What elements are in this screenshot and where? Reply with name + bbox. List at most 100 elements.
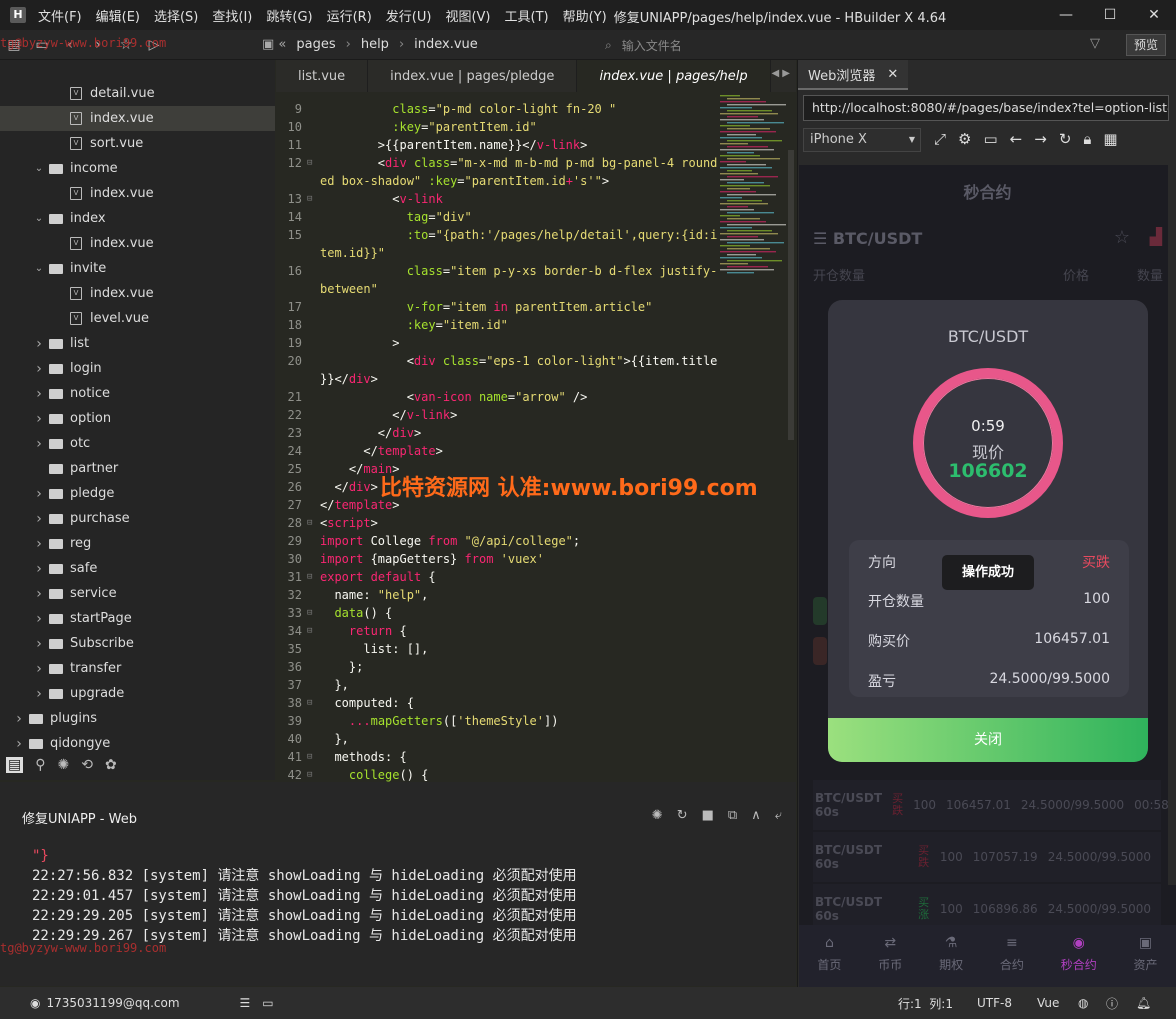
tree-folder[interactable]: partner bbox=[0, 456, 275, 481]
code-line[interactable]: 28 ⊟ <script> bbox=[276, 514, 796, 532]
code-line[interactable]: 18 :key="item.id" bbox=[276, 316, 796, 334]
menu-item[interactable]: 选择(S) bbox=[154, 6, 198, 25]
fold-icon[interactable]: ⊟ bbox=[307, 190, 312, 208]
chevron-down-icon[interactable]: ⌄ bbox=[32, 213, 46, 224]
tree-folder[interactable]: ⌄ index bbox=[0, 206, 275, 231]
nav-wallet[interactable]: ▣ 资产 bbox=[1134, 935, 1158, 987]
tree-folder[interactable]: › transfer bbox=[0, 656, 275, 681]
menu-item[interactable]: 查找(I) bbox=[212, 6, 252, 25]
tree-folder[interactable]: › list bbox=[0, 331, 275, 356]
tree-folder[interactable]: ⌄ income bbox=[0, 156, 275, 181]
code-line[interactable]: 22 </v-link> bbox=[276, 406, 796, 424]
tree-file[interactable]: Vsort.vue bbox=[0, 131, 275, 156]
code-line[interactable]: 34 ⊟ return { bbox=[276, 622, 796, 640]
order-row[interactable]: BTC/USDT 60s 买跌 100 107057.19 24.5000/99.500… bbox=[813, 832, 1161, 882]
chevron-right-icon[interactable]: › bbox=[32, 386, 46, 402]
menu-icon[interactable]: ☰ bbox=[813, 229, 827, 248]
user-avatar-icon[interactable]: ◉ bbox=[30, 996, 40, 1010]
notification-bell-icon[interactable]: 🔔︎ bbox=[1136, 996, 1151, 1010]
menu-item[interactable]: 工具(T) bbox=[505, 6, 549, 25]
code-line[interactable]: 32 name: "help", bbox=[276, 586, 796, 604]
chevron-right-icon[interactable]: › bbox=[12, 736, 26, 751]
debug-bug-icon[interactable]: ✺ bbox=[58, 757, 70, 773]
chevron-down-icon[interactable]: ⌄ bbox=[32, 263, 46, 274]
plugin-icon[interactable]: ✿ bbox=[105, 757, 117, 773]
debug-icon[interactable]: ✺ bbox=[652, 808, 663, 823]
fold-icon[interactable]: ⊟ bbox=[307, 766, 312, 782]
chevron-right-icon[interactable]: › bbox=[32, 336, 46, 352]
open-external-icon[interactable]: ⧉ bbox=[728, 808, 737, 823]
menu-item[interactable]: 跳转(G) bbox=[266, 6, 312, 25]
tab-web-browser[interactable]: Web浏览器 ✕ bbox=[798, 60, 908, 90]
code-line[interactable]: ed box-shadow" :key="parentItem.id+'s'"> bbox=[276, 172, 796, 190]
encoding[interactable]: UTF-8 bbox=[977, 996, 1012, 1010]
code-line[interactable]: tem.id}}" bbox=[276, 244, 796, 262]
list-icon[interactable]: ☰ bbox=[240, 996, 251, 1010]
tree-folder[interactable]: › reg bbox=[0, 531, 275, 556]
language-mode[interactable]: Vue bbox=[1037, 996, 1059, 1010]
code-editor[interactable]: 9 class="p-md color-light fn-20 " 10 :key… bbox=[276, 92, 796, 782]
nav-home[interactable]: ⌂ 首页 bbox=[817, 935, 841, 987]
chevron-right-icon[interactable]: › bbox=[32, 511, 46, 527]
cursor-position[interactable]: 行:1 列:1 bbox=[898, 995, 953, 1012]
code-line[interactable]: 14 tag="div" bbox=[276, 208, 796, 226]
tab-scroll-icon[interactable]: ◀ ▶ bbox=[771, 68, 790, 79]
code-line[interactable]: }}</div> bbox=[276, 370, 796, 388]
breadcrumb-item[interactable]: index.vue bbox=[414, 37, 478, 52]
back-arrow-icon[interactable]: ← bbox=[1010, 130, 1023, 148]
code-line[interactable]: 42 ⊟ college() { bbox=[276, 766, 796, 782]
git-icon[interactable]: ⟲ bbox=[81, 757, 93, 773]
qr-code-icon[interactable]: ▦ bbox=[1103, 130, 1117, 148]
code-line[interactable]: 38 ⊟ computed: { bbox=[276, 694, 796, 712]
close-tab-icon[interactable]: ✕ bbox=[887, 67, 898, 82]
terminal-icon[interactable]: ▭ bbox=[262, 996, 273, 1010]
chevron-right-icon[interactable]: › bbox=[32, 536, 46, 552]
close-icon[interactable]: ✕ bbox=[1132, 0, 1176, 30]
nav-exchange[interactable]: ⇄ 币币 bbox=[878, 935, 902, 987]
nav-second-contract[interactable]: ◉ 秒合约 bbox=[1061, 935, 1097, 987]
close-button[interactable]: 关闭 bbox=[828, 718, 1148, 762]
minimap[interactable] bbox=[720, 95, 786, 275]
files-icon[interactable]: ▤ bbox=[6, 757, 24, 773]
code-line[interactable]: 19 > bbox=[276, 334, 796, 352]
nav-contract[interactable]: ≡ 合约 bbox=[1000, 935, 1024, 987]
tree-folder[interactable]: › notice bbox=[0, 381, 275, 406]
fold-icon[interactable]: ⊟ bbox=[307, 622, 312, 640]
fold-icon[interactable]: ⊟ bbox=[307, 748, 312, 766]
restart-icon[interactable]: ↻ bbox=[677, 808, 688, 823]
breadcrumb-item[interactable]: pages bbox=[296, 37, 335, 52]
tree-folder[interactable]: › option bbox=[0, 406, 275, 431]
chevron-down-icon[interactable]: ⌄ bbox=[32, 163, 46, 174]
code-line[interactable]: 35 list: [], bbox=[276, 640, 796, 658]
nav-options[interactable]: ⚗ 期权 bbox=[939, 935, 963, 987]
fold-icon[interactable]: ⊟ bbox=[307, 694, 312, 712]
chevron-right-icon[interactable]: › bbox=[32, 611, 46, 627]
code-line[interactable]: 20 <div class="eps-1 color-light">{{item… bbox=[276, 352, 796, 370]
tree-file[interactable]: Vindex.vue bbox=[0, 181, 275, 206]
tree-folder[interactable]: › purchase bbox=[0, 506, 275, 531]
fold-icon[interactable]: ⊟ bbox=[307, 568, 312, 586]
code-line[interactable]: 13 ⊟ <v-link bbox=[276, 190, 796, 208]
chevron-right-icon[interactable]: › bbox=[32, 411, 46, 427]
fold-icon[interactable]: ⊟ bbox=[307, 514, 312, 532]
chevron-right-icon[interactable]: › bbox=[32, 661, 46, 677]
tree-folder[interactable]: › qidongye bbox=[0, 731, 275, 751]
menu-item[interactable]: 编辑(E) bbox=[96, 6, 140, 25]
code-line[interactable]: 16 class="item p-y-xs border-b d-flex ju… bbox=[276, 262, 796, 280]
code-line[interactable]: 21 <van-icon name="arrow" /> bbox=[276, 388, 796, 406]
tree-folder[interactable]: › safe bbox=[0, 556, 275, 581]
maximize-icon[interactable]: ☐ bbox=[1088, 0, 1132, 30]
tree-file[interactable]: Vindex.vue bbox=[0, 231, 275, 256]
tree-folder[interactable]: › pledge bbox=[0, 481, 275, 506]
tab-list-vue[interactable]: list.vue bbox=[276, 60, 369, 92]
chevron-right-icon[interactable]: › bbox=[32, 586, 46, 602]
settings-gear-icon[interactable]: ⚙ bbox=[958, 130, 971, 148]
editor-scrollbar[interactable] bbox=[788, 150, 794, 440]
code-line[interactable]: between" bbox=[276, 280, 796, 298]
filter-icon[interactable]: ▽ bbox=[1090, 36, 1100, 51]
code-line[interactable]: 37 }, bbox=[276, 676, 796, 694]
console-tab[interactable]: 修复UNIAPP - Web bbox=[22, 808, 137, 835]
chart-icon[interactable]: ▟ bbox=[1150, 227, 1162, 246]
chevron-right-icon[interactable]: › bbox=[32, 436, 46, 452]
code-line[interactable]: 24 </template> bbox=[276, 442, 796, 460]
